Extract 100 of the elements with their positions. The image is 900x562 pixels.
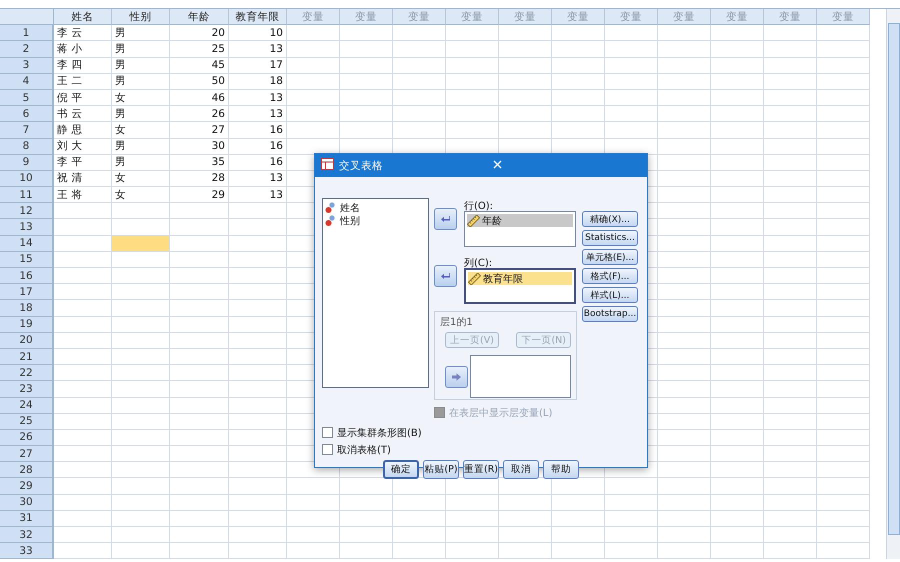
column-header[interactable]: 性别 [112, 9, 170, 26]
empty-cell [499, 90, 552, 106]
row-number[interactable]: 30 [0, 494, 54, 511]
row-number[interactable]: 17 [0, 284, 54, 300]
row-number[interactable]: 33 [0, 543, 54, 560]
empty-cell [658, 300, 711, 317]
row-number[interactable]: 16 [0, 268, 54, 284]
row-number[interactable]: 31 [0, 510, 54, 527]
row-number[interactable]: 25 [0, 414, 54, 430]
move-arrow-button[interactable] [434, 208, 457, 230]
dialog-button[interactable]: 重置(R) [463, 460, 499, 479]
dialog-button[interactable]: 粘贴(P) [423, 460, 459, 479]
variable-item[interactable]: 姓名 [325, 201, 426, 214]
row-number[interactable]: 13 [0, 219, 54, 236]
empty-cell [552, 527, 605, 544]
row-number[interactable]: 23 [0, 381, 54, 398]
dialog-button[interactable]: 格式(F)... [582, 268, 638, 284]
row-number[interactable]: 26 [0, 430, 54, 446]
empty-cell [711, 462, 764, 478]
empty-cell [764, 478, 817, 495]
empty-cell [817, 138, 870, 155]
empty-cell [817, 300, 870, 317]
empty-cell [658, 154, 711, 171]
empty-cell [605, 122, 658, 138]
checkbox[interactable] [322, 427, 333, 438]
row-number[interactable]: 29 [0, 478, 54, 495]
empty-cell [393, 122, 446, 138]
move-arrow-button[interactable] [434, 265, 457, 287]
table-cell: 50 [170, 74, 229, 90]
empty-cell [658, 90, 711, 106]
checkbox[interactable] [322, 444, 333, 455]
row-number[interactable]: 7 [0, 122, 54, 138]
empty-cell [711, 25, 764, 42]
row-number[interactable]: 3 [0, 58, 54, 74]
selected-cell[interactable] [112, 236, 170, 252]
variable-list-field[interactable]: 年龄 [464, 211, 576, 247]
row-number[interactable]: 20 [0, 332, 54, 349]
row-number[interactable]: 10 [0, 170, 54, 188]
empty-cell [817, 510, 870, 527]
table-cell: 28 [170, 170, 229, 188]
empty-cell [658, 284, 711, 300]
variable-item[interactable]: 年龄 [467, 214, 573, 227]
table-cell: 16 [229, 138, 287, 155]
move-arrow-button[interactable] [445, 366, 468, 388]
empty-cell [764, 446, 817, 462]
column-header[interactable]: 年龄 [170, 9, 229, 26]
empty-cell [711, 284, 764, 300]
empty-cell [658, 348, 711, 366]
row-number[interactable]: 15 [0, 252, 54, 268]
dialog-button[interactable]: 样式(L)... [582, 287, 638, 303]
dialog-button[interactable]: Bootstrap... [582, 306, 638, 322]
row-number[interactable]: 11 [0, 187, 54, 204]
row-number[interactable]: 22 [0, 365, 54, 382]
row-number[interactable]: 32 [0, 527, 54, 544]
column-header[interactable]: 姓名 [54, 9, 112, 26]
layer-variable-field[interactable] [470, 355, 571, 398]
group-title: 层1的1 [440, 316, 474, 329]
empty-cell [605, 25, 658, 42]
table-cell: 李 平 [54, 154, 112, 171]
row-number[interactable]: 12 [0, 203, 54, 220]
dialog-button[interactable]: 单元格(E)... [582, 249, 638, 265]
scrollbar[interactable] [886, 9, 900, 560]
empty-cell [817, 284, 870, 300]
empty-cell [605, 478, 658, 495]
empty-cell [764, 332, 817, 349]
row-number[interactable]: 6 [0, 106, 54, 122]
row-number[interactable]: 27 [0, 446, 54, 462]
dialog-button[interactable]: 帮助 [543, 460, 579, 479]
empty-cell [764, 170, 817, 188]
row-number[interactable]: 14 [0, 236, 54, 252]
variable-list-field[interactable]: 教育年限 [464, 268, 576, 304]
row-number[interactable]: 21 [0, 348, 54, 366]
variable-item[interactable]: 性别 [325, 214, 426, 227]
source-variable-list[interactable]: 姓名 性别 [322, 198, 429, 388]
dialog-button[interactable]: 精确(X)... [582, 211, 638, 227]
empty-cell [711, 478, 764, 495]
row-number[interactable]: 4 [0, 74, 54, 90]
empty-cell [817, 41, 870, 58]
ruler-icon [468, 272, 481, 284]
empty-cell [552, 122, 605, 138]
row-number[interactable]: 19 [0, 316, 54, 333]
column-header[interactable]: 教育年限 [229, 9, 287, 26]
row-number[interactable]: 2 [0, 41, 54, 58]
row-number[interactable]: 28 [0, 462, 54, 478]
empty-cell [658, 203, 711, 220]
dialog-button[interactable]: 取消 [503, 460, 539, 479]
row-number[interactable]: 5 [0, 90, 54, 106]
variable-item[interactable]: 教育年限 [468, 272, 572, 285]
row-number[interactable]: 24 [0, 398, 54, 414]
empty-cell [340, 58, 393, 74]
dialog-button[interactable]: Statistics... [582, 230, 638, 246]
empty-cell [552, 494, 605, 511]
table-cell: 女 [112, 187, 170, 204]
row-number[interactable]: 1 [0, 25, 54, 42]
empty-cell [552, 25, 605, 42]
dialog-button[interactable]: 确定 [383, 460, 419, 479]
row-number[interactable]: 18 [0, 300, 54, 317]
row-number[interactable]: 9 [0, 154, 54, 171]
empty-cell [817, 462, 870, 478]
row-number[interactable]: 8 [0, 138, 54, 155]
